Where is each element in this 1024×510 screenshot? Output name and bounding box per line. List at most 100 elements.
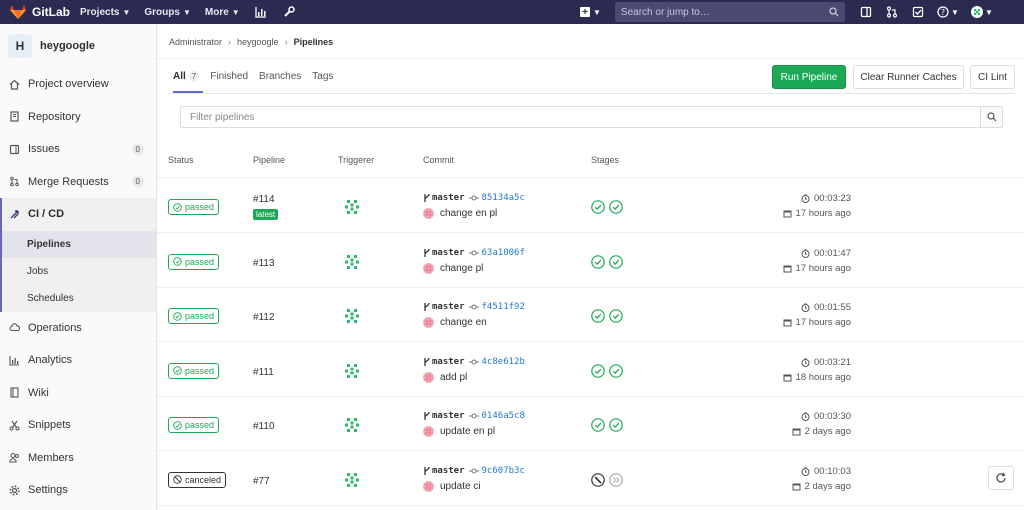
commit-sha-link[interactable]: 4c8e612b (482, 357, 525, 367)
triggerer-avatar-icon[interactable] (343, 253, 361, 271)
commit-message-link[interactable]: add pl (440, 372, 467, 383)
stage-success-icon[interactable] (609, 254, 623, 269)
stage-success-icon[interactable] (591, 200, 605, 214)
retry-button[interactable] (988, 465, 1014, 490)
pipeline-id-link[interactable]: #113 (253, 258, 275, 269)
tab-all[interactable]: All 7 (173, 69, 200, 83)
latest-badge: latest (253, 209, 279, 220)
triggerer-avatar-icon[interactable] (343, 307, 361, 325)
help-icon[interactable]: ? ▼ (937, 5, 959, 19)
sidebar-item-ci-cd[interactable]: CI / CD (0, 198, 156, 231)
pipeline-id-link[interactable]: #110 (253, 421, 275, 432)
branch-link[interactable]: master (432, 193, 465, 203)
todo-sidebar-icon[interactable] (859, 5, 873, 19)
todo-check-icon[interactable] (911, 5, 925, 19)
branch-link[interactable]: master (432, 248, 465, 258)
commit-author-avatar-icon[interactable] (423, 426, 434, 437)
branch-link[interactable]: master (432, 411, 465, 421)
status-badge[interactable]: passed (168, 199, 220, 215)
stage-skipped-icon[interactable] (609, 472, 623, 487)
sidebar-item-members[interactable]: Members (0, 442, 156, 475)
sidebar-item-issues[interactable]: Issues 0 (0, 133, 156, 166)
breadcrumb-current[interactable]: Pipelines (294, 37, 334, 47)
run-pipeline-button[interactable]: Run Pipeline (772, 65, 846, 89)
nav-projects[interactable]: Projects ▼ (80, 7, 130, 18)
sidebar-item-snippets[interactable]: Snippets (0, 409, 156, 442)
sidebar-item-wiki[interactable]: Wiki (0, 377, 156, 410)
sidebar-item-settings[interactable]: Settings (0, 474, 156, 507)
sidebar-subitem-schedules[interactable]: Schedules (2, 285, 156, 312)
stage-success-icon[interactable] (591, 254, 605, 269)
clear-runner-caches-button[interactable]: Clear Runner Caches (853, 65, 964, 89)
commit-author-avatar-icon[interactable] (423, 371, 434, 383)
stage-success-icon[interactable] (591, 363, 605, 378)
nav-more[interactable]: More ▼ (205, 7, 240, 18)
commit-sha-link[interactable]: 9c607b3c (482, 466, 525, 476)
status-badge[interactable]: passed (168, 308, 220, 324)
breadcrumb-item[interactable]: heygoogle (237, 37, 279, 47)
stage-success-icon[interactable] (591, 309, 605, 323)
wrench-icon[interactable] (282, 5, 296, 19)
sidebar-item-operations[interactable]: Operations (0, 312, 156, 345)
commit-author-avatar-icon[interactable] (423, 262, 434, 274)
sidebar-subitem-pipelines[interactable]: Pipelines (2, 230, 156, 258)
commit-message-link[interactable]: change en (440, 317, 487, 328)
brand[interactable]: GitLab (0, 5, 80, 19)
filter-search-button[interactable] (980, 107, 1002, 127)
status-badge[interactable]: passed (168, 362, 220, 379)
stage-canceled-icon[interactable] (591, 472, 605, 487)
tab-finished[interactable]: Finished (210, 69, 248, 83)
commit-message-link[interactable]: change pl (440, 263, 483, 274)
commit-message-link[interactable]: update ci (440, 481, 481, 492)
triggerer-avatar-icon[interactable] (343, 416, 361, 434)
sidebar-item-project-overview[interactable]: Project overview (0, 68, 156, 101)
filter-pipelines-input[interactable] (181, 111, 980, 123)
pipeline-id-link[interactable]: #114 (253, 194, 275, 205)
project-name: heygoogle (40, 40, 96, 52)
status-badge[interactable]: passed (168, 253, 220, 270)
commit-ref: master 63a1006f (423, 248, 525, 258)
nav-groups[interactable]: Groups ▼ (144, 7, 190, 18)
sidebar-item-repository[interactable]: Repository (0, 101, 156, 134)
commit-sha-link[interactable]: 85134a5c (482, 193, 525, 203)
project-header[interactable]: H heygoogle (0, 24, 156, 68)
pipeline-id-link[interactable]: #77 (253, 476, 270, 487)
stage-success-icon[interactable] (609, 363, 623, 378)
branch-link[interactable]: master (432, 466, 465, 476)
stage-success-icon[interactable] (609, 200, 623, 214)
status-badge[interactable]: canceled (168, 471, 227, 488)
sidebar-subitem-jobs[interactable]: Jobs (2, 258, 156, 285)
commit-author-avatar-icon[interactable] (423, 317, 434, 328)
new-dropdown[interactable]: + ▼ (580, 7, 601, 18)
breadcrumb-item[interactable]: Administrator (169, 37, 222, 47)
commit-sha-link[interactable]: f4511f92 (482, 302, 525, 312)
status-badge[interactable]: passed (168, 417, 220, 433)
status-label: passed (185, 256, 215, 267)
sidebar-item-merge-requests[interactable]: Merge Requests 0 (0, 166, 156, 199)
commit-message-link[interactable]: change en pl (440, 208, 497, 219)
tab-branches[interactable]: Branches (259, 69, 301, 83)
ci-lint-button[interactable]: CI Lint (970, 65, 1015, 89)
commit-author-avatar-icon[interactable] (423, 480, 434, 492)
merge-request-icon[interactable] (885, 5, 899, 19)
triggerer-avatar-icon[interactable] (343, 471, 361, 489)
triggerer-avatar-icon[interactable] (343, 362, 361, 380)
stage-success-icon[interactable] (609, 418, 623, 432)
pipeline-id-link[interactable]: #112 (253, 312, 275, 323)
branch-link[interactable]: master (432, 357, 465, 367)
sidebar-item-analytics[interactable]: Analytics (0, 344, 156, 377)
pipeline-id-link[interactable]: #111 (253, 367, 274, 378)
search-input[interactable] (620, 6, 821, 18)
tab-tags[interactable]: Tags (312, 69, 333, 83)
stage-success-icon[interactable] (591, 418, 605, 432)
branch-link[interactable]: master (432, 302, 465, 312)
activity-chart-icon[interactable] (254, 5, 268, 19)
commit-author-avatar-icon[interactable] (423, 208, 434, 219)
user-avatar-icon[interactable]: ▼ (970, 5, 993, 19)
commit-sha-link[interactable]: 0146a5c8 (482, 411, 525, 421)
triggerer-avatar-icon[interactable] (343, 198, 361, 216)
stage-success-icon[interactable] (609, 309, 623, 323)
search-box[interactable] (614, 2, 845, 22)
commit-message-link[interactable]: update en pl (440, 426, 495, 437)
commit-sha-link[interactable]: 63a1006f (482, 248, 525, 258)
